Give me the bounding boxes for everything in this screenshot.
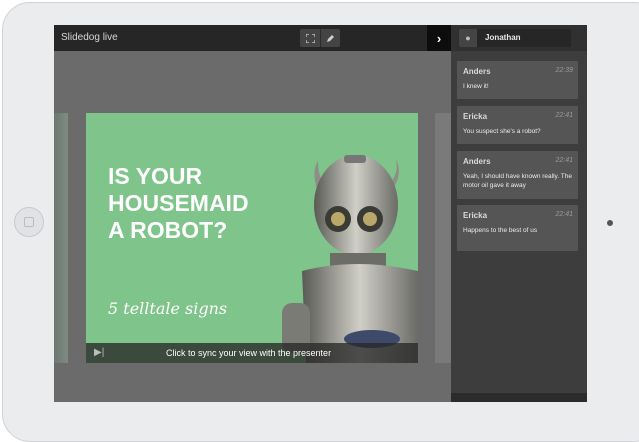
pen-icon — [327, 34, 334, 42]
top-bar: Slidedog live — [54, 25, 427, 51]
camera-dot — [607, 220, 613, 226]
user-icon: ● — [459, 29, 477, 47]
message-author: Anders — [463, 67, 491, 76]
message-time: 22:41 — [555, 112, 573, 119]
toggle-chat-button[interactable]: › — [427, 25, 451, 51]
message-author: Ericka — [463, 112, 488, 121]
slide-title-line: HOUSEMAID — [108, 190, 249, 216]
home-button[interactable] — [14, 207, 44, 237]
user-name: Jonathan — [485, 33, 521, 42]
current-slide: IS YOUR HOUSEMAID A ROBOT? 5 telltale si… — [86, 113, 418, 363]
message-author: Ericka — [463, 211, 488, 220]
fullscreen-icon — [305, 33, 315, 43]
robot-illustration — [282, 155, 418, 363]
pen-button[interactable] — [320, 29, 340, 47]
chat-message: Ericka 22:41 You suspect she's a robot? — [457, 106, 578, 144]
message-time: 22:39 — [555, 67, 573, 74]
chat-panel: ● Jonathan Anders 22:39 I knew it! Erick… — [451, 25, 587, 402]
message-text: I knew it! — [463, 83, 489, 90]
slide-title-line: IS YOUR — [108, 163, 203, 189]
app-screen: Slidedog live › IS YOUR HOUSEMAID A ROBO — [54, 25, 587, 402]
chat-header: ● Jonathan — [451, 25, 587, 51]
chat-message: Anders 22:39 I knew it! — [457, 61, 578, 99]
tool-group — [300, 29, 340, 47]
message-author: Anders — [463, 157, 491, 166]
message-time: 22:41 — [555, 157, 573, 164]
message-text: Happens to the best of us — [463, 227, 538, 234]
message-text: You suspect she's a robot? — [463, 128, 541, 135]
sync-text[interactable]: Click to sync your view with the present… — [166, 348, 331, 358]
app-title: Slidedog live — [61, 32, 118, 43]
next-slide-edge[interactable] — [435, 113, 451, 363]
chevron-right-icon: › — [436, 30, 442, 46]
slide-viewer: IS YOUR HOUSEMAID A ROBOT? 5 telltale si… — [54, 51, 451, 402]
fullscreen-button[interactable] — [300, 29, 320, 47]
message-time: 22:41 — [555, 211, 573, 218]
chat-input-bar[interactable] — [451, 393, 587, 402]
user-badge[interactable]: ● Jonathan — [459, 29, 571, 47]
chat-message: Anders 22:41 Yeah, I should have known r… — [457, 151, 578, 199]
message-text: Yeah, I should have known really. The mo… — [463, 173, 573, 189]
slide-subtitle: 5 telltale signs — [108, 299, 228, 318]
previous-slide-edge[interactable] — [54, 113, 68, 363]
slide-title: IS YOUR HOUSEMAID A ROBOT? — [108, 163, 308, 244]
sync-bar[interactable]: ▶| Click to sync your view with the pres… — [86, 343, 418, 363]
skip-icon: ▶| — [94, 347, 105, 358]
slide-title-line: A ROBOT? — [108, 217, 228, 243]
chat-message: Ericka 22:41 Happens to the best of us — [457, 205, 578, 251]
